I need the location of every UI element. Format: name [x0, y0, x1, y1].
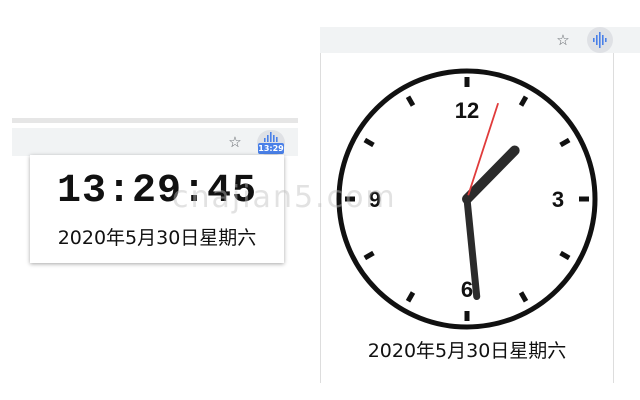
- digital-date: 2020年5月30日星期六: [57, 227, 257, 249]
- watermark-text: cnajian5.com: [172, 180, 397, 215]
- clock-center-pin: [463, 195, 471, 203]
- numeral-6: 6: [461, 277, 473, 302]
- numeral-3: 3: [552, 187, 564, 212]
- clock-extension-button[interactable]: [587, 27, 613, 53]
- audio-bars-icon: [593, 32, 607, 48]
- clock-extension-button[interactable]: 13:29: [257, 130, 285, 156]
- numeral-12: 12: [455, 98, 479, 123]
- analog-date: 2020年5月30日星期六: [367, 340, 567, 362]
- bookmark-star-icon[interactable]: ☆: [552, 29, 574, 51]
- left-browser-toolbar: [12, 128, 298, 156]
- screenshot-stage: ☆ 13:29 13:29:45 2020年5月30日星期六 ☆ 12 3 6: [0, 0, 640, 400]
- left-tab-strip: [12, 118, 298, 123]
- time-badge: 13:29: [258, 143, 284, 154]
- bookmark-star-icon[interactable]: ☆: [224, 131, 246, 153]
